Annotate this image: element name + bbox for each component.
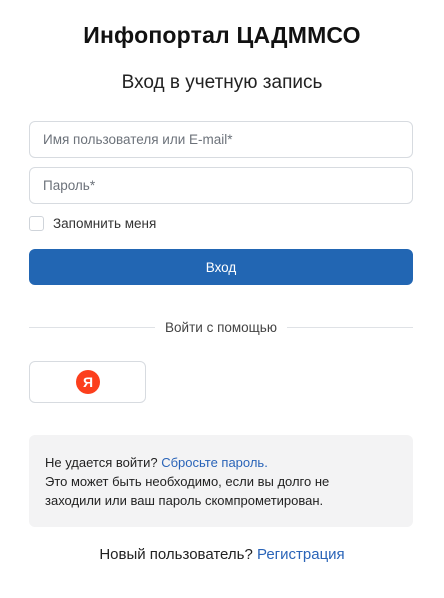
login-form-title: Вход в учетную запись [121, 72, 323, 93]
help-line-3: заходили или ваш пароль скомпрометирован… [45, 493, 324, 508]
login-button[interactable]: Вход [29, 249, 413, 285]
social-login-divider: Войти с помощью [29, 318, 413, 336]
new-user-text: Новый пользователь? [99, 546, 253, 563]
page-title: Инфопортал ЦАДММСО [83, 22, 361, 48]
username-email-input[interactable] [29, 121, 413, 158]
social-login-label: Войти с помощью [165, 319, 277, 335]
remember-me-checkbox[interactable] [29, 215, 44, 231]
remember-me-label: Запомнить меня [53, 215, 157, 231]
password-input[interactable] [29, 167, 413, 204]
yandex-login-button[interactable]: Я [29, 361, 146, 403]
reset-password-link[interactable]: Сбросьте пароль. [161, 455, 268, 470]
yandex-icon: Я [75, 370, 100, 394]
remember-me-option[interactable]: Запомнить меня [29, 214, 156, 232]
login-help-box: Не удается войти? Сбросьте пароль. Это м… [29, 435, 413, 527]
yandex-logo-glyph: Я [82, 374, 92, 390]
cannot-login-text: Не удается войти? [45, 455, 158, 470]
register-link[interactable]: Регистрация [257, 546, 345, 563]
yandex-glyph: Я [82, 374, 92, 390]
divider-line-left [29, 326, 156, 328]
help-line-2: Это может быть необходимо, если вы долго… [45, 474, 330, 489]
help-line-1: Не удается войти? Сбросьте пароль. [45, 453, 397, 472]
divider-line-right [286, 326, 413, 328]
register-prompt: Новый пользователь? Регистрация [0, 546, 444, 563]
